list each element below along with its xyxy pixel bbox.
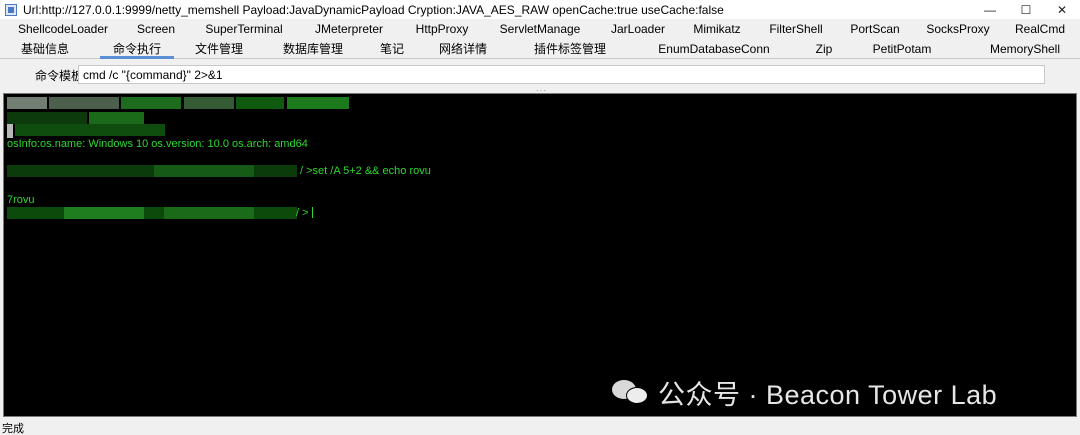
command-line: / >set /A 5+2 && echo rovu <box>300 165 431 177</box>
window-controls: — ☐ ✕ <box>972 0 1080 19</box>
tab-enum-database-conn[interactable]: EnumDatabaseConn <box>650 39 778 59</box>
redacted-block <box>154 165 254 177</box>
watermark: 公众号 · Beacon Tower Lab <box>612 372 997 412</box>
command-template-bar: 命令模板 <box>0 60 1080 88</box>
redacted-block <box>121 97 181 109</box>
redacted-block <box>7 97 47 109</box>
minimize-button[interactable]: — <box>972 0 1008 19</box>
tab-command-exec[interactable]: 命令执行 <box>100 39 174 59</box>
tab-notes[interactable]: 笔记 <box>366 39 418 59</box>
tab-filtershell[interactable]: FilterShell <box>758 19 834 39</box>
tab-basic-info[interactable]: 基础信息 <box>8 39 82 59</box>
watermark-text: 公众号 · Beacon Tower Lab <box>658 379 998 410</box>
status-bar: 完成 <box>0 417 1080 435</box>
wechat-icon <box>612 377 650 407</box>
maximize-button[interactable]: ☐ <box>1008 0 1044 19</box>
tab-petitpotam[interactable]: PetitPotam <box>862 39 942 59</box>
tab-portscan[interactable]: PortScan <box>834 19 916 39</box>
terminal-output[interactable]: osInfo:os.name: Windows 10 os.version: 1… <box>3 93 1077 417</box>
tab-jarloader[interactable]: JarLoader <box>600 19 676 39</box>
tab-file-manager[interactable]: 文件管理 <box>182 39 256 59</box>
tab-shellcodeloader[interactable]: ShellcodeLoader <box>8 19 118 39</box>
tab-servletmanage[interactable]: ServletManage <box>480 19 600 39</box>
redacted-block <box>287 97 349 109</box>
redacted-block <box>64 207 144 219</box>
tab-mimikatz[interactable]: Mimikatz <box>676 19 758 39</box>
text-cursor <box>312 207 313 218</box>
tab-httpproxy[interactable]: HttpProxy <box>404 19 480 39</box>
status-text: 完成 <box>2 423 24 435</box>
redacted-block <box>7 124 13 138</box>
tab-database-manager[interactable]: 数据库管理 <box>270 39 356 59</box>
redacted-block <box>7 112 87 124</box>
prompt-line: / > <box>296 207 309 219</box>
tab-memoryshell[interactable]: MemoryShell <box>975 39 1075 59</box>
redacted-block <box>15 124 165 136</box>
window-title: Url:http://127.0.0.1:9999/netty_memshell… <box>23 2 724 17</box>
tab-socksproxy[interactable]: SocksProxy <box>916 19 1000 39</box>
plugin-tab-row: ShellcodeLoader Screen SuperTerminal JMe… <box>0 19 1080 39</box>
redacted-block <box>164 207 254 219</box>
grip-icon: ··· <box>536 86 547 95</box>
tab-superterminal[interactable]: SuperTerminal <box>194 19 294 39</box>
redacted-block <box>184 97 234 109</box>
tab-jmeterpreter[interactable]: JMeterpreter <box>294 19 404 39</box>
redacted-block <box>236 97 284 109</box>
tab-realcmd[interactable]: RealCmd <box>1000 19 1080 39</box>
app-icon <box>5 3 17 16</box>
tab-plugin-tag-manager[interactable]: 插件标签管理 <box>520 39 620 59</box>
title-bar: Url:http://127.0.0.1:9999/netty_memshell… <box>0 0 1080 19</box>
tab-screen[interactable]: Screen <box>118 19 194 39</box>
tab-zip[interactable]: Zip <box>796 39 852 59</box>
close-button[interactable]: ✕ <box>1044 0 1080 19</box>
redacted-block <box>49 97 119 109</box>
main-tab-row: 基础信息 命令执行 文件管理 数据库管理 笔记 网络详情 插件标签管理 Enum… <box>0 39 1080 59</box>
command-template-input[interactable] <box>78 65 1045 84</box>
tab-network-details[interactable]: 网络详情 <box>426 39 500 59</box>
os-info-line: osInfo:os.name: Windows 10 os.version: 1… <box>7 138 308 150</box>
command-output-line: 7rovu <box>7 194 35 206</box>
command-template-label: 命令模板 <box>35 69 84 83</box>
redacted-block <box>89 112 144 124</box>
